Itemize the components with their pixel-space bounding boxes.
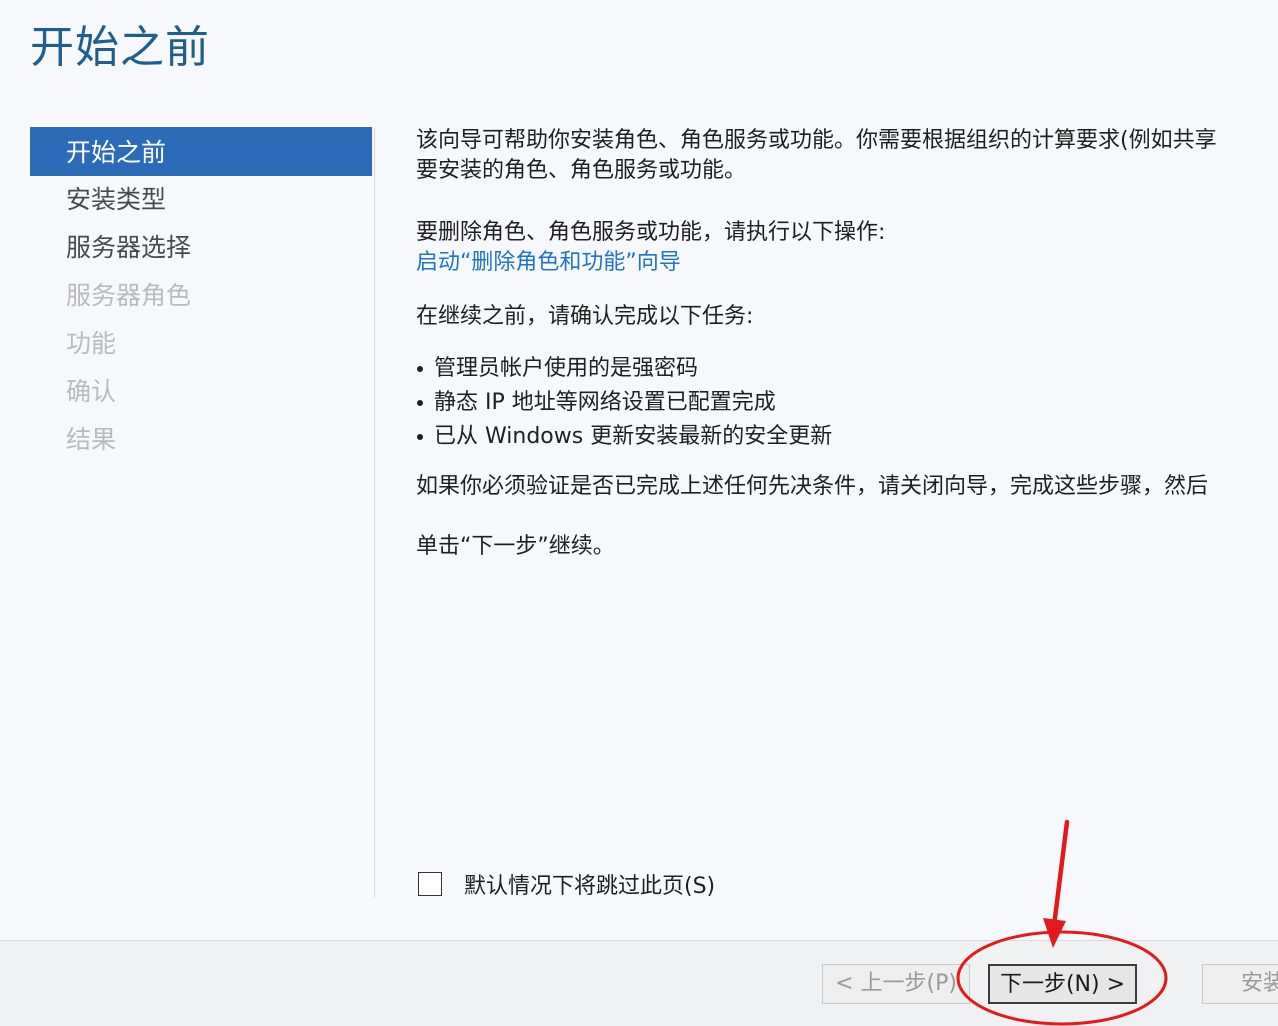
next-button[interactable]: 下一步(N) > — [988, 964, 1137, 1004]
task-list-item: 已从 Windows 更新安装最新的安全更新 — [416, 420, 1278, 454]
click-next-text: 单击“下一步”继续。 — [416, 534, 615, 559]
intro-text-line-1: 该向导可帮助你安装角色、角色服务或功能。你需要根据组织的计算要求(例如共享 — [416, 128, 1217, 153]
nav-item-before-you-begin[interactable]: 开始之前 — [30, 127, 372, 176]
wizard-nav: 开始之前 安装类型 服务器选择 服务器角色 功能 确认 结果 — [30, 127, 372, 464]
skip-page-checkbox[interactable] — [418, 872, 442, 896]
wizard-content: 该向导可帮助你安装角色、角色服务或功能。你需要根据组织的计算要求(例如共享 要安… — [416, 124, 1278, 562]
task-list-item: 静态 IP 地址等网络设置已配置完成 — [416, 386, 1278, 420]
wizard-page: 开始之前 开始之前 安装类型 服务器选择 服务器角色 功能 确认 结果 该向导可… — [0, 0, 1278, 1026]
task-list-item: 管理员帐户使用的是强密码 — [416, 352, 1278, 386]
skip-page-label[interactable]: 默认情况下将跳过此页(S) — [464, 868, 715, 900]
wizard-footer: < 上一步(P) 下一步(N) > 安装 — [0, 940, 1278, 1026]
annotation-arrow-line — [1051, 819, 1070, 929]
prerequisites-text: 如果你必须验证是否已完成上述任何先决条件，请关闭向导，完成这些步骤，然后 — [416, 474, 1209, 499]
nav-item-features: 功能 — [66, 329, 117, 358]
nav-item-results: 结果 — [66, 425, 117, 454]
intro-text-line-2: 要安装的角色、角色服务或功能。 — [416, 158, 747, 183]
confirm-tasks-text: 在继续之前，请确认完成以下任务: — [416, 304, 754, 329]
previous-button[interactable]: < 上一步(P) — [822, 964, 970, 1004]
page-title: 开始之前 — [30, 22, 210, 73]
remove-roles-wizard-link[interactable]: 启动“删除角色和功能”向导 — [416, 250, 681, 275]
remove-roles-text: 要删除角色、角色服务或功能，请执行以下操作: — [416, 220, 886, 245]
nav-item-confirmation: 确认 — [66, 377, 117, 406]
install-button[interactable]: 安装 — [1202, 964, 1278, 1004]
skip-page-option[interactable]: 默认情况下将跳过此页(S) — [418, 868, 715, 900]
nav-divider — [374, 128, 375, 898]
nav-item-server-roles: 服务器角色 — [66, 281, 192, 310]
nav-item-installation-type[interactable]: 安装类型 — [30, 176, 372, 224]
nav-item-server-selection[interactable]: 服务器选择 — [30, 224, 372, 272]
task-list: 管理员帐户使用的是强密码 静态 IP 地址等网络设置已配置完成 已从 Windo… — [416, 352, 1278, 454]
